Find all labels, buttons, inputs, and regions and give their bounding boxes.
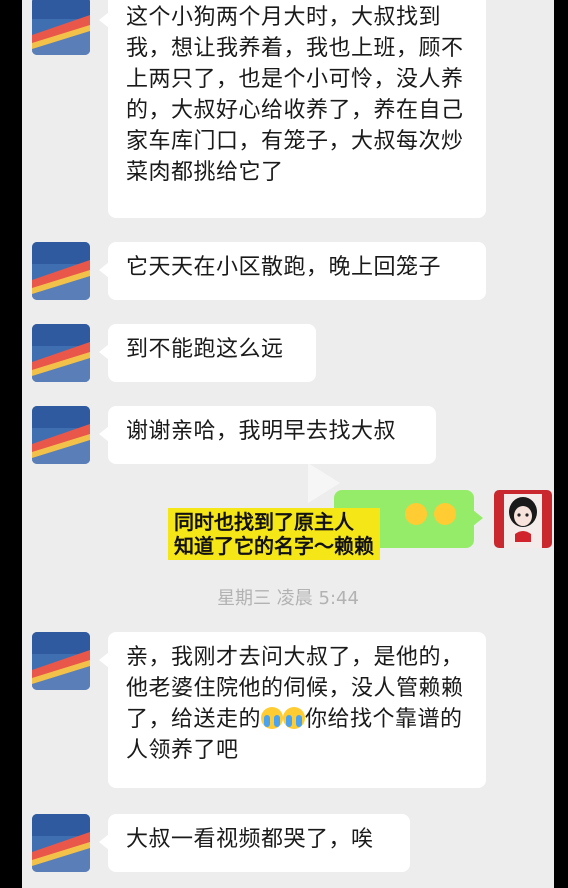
contact-avatar[interactable] — [32, 814, 90, 872]
message-text: 它天天在小区散跑，晚上回笼子 — [126, 255, 442, 280]
message-text: 大叔一看视频都哭了，唉 — [126, 827, 374, 852]
self-avatar[interactable] — [494, 490, 552, 548]
message-bubble[interactable]: 谢谢亲哈，我明早去找大叔 — [99, 406, 436, 464]
crying-emoji-icon — [283, 707, 306, 729]
message-bubble[interactable]: 它天天在小区散跑，晚上回笼子 — [99, 242, 486, 300]
contact-avatar[interactable] — [32, 632, 90, 690]
message-bubble[interactable]: 到不能跑这么远 — [99, 324, 316, 382]
crying-emoji-icon — [261, 707, 284, 729]
message-text: 到不能跑这么远 — [126, 337, 284, 362]
message-bubble[interactable]: 亲，我刚才去问大叔了，是他的，他老婆住院他的伺候，没人管赖赖了，给送走的 你给找个… — [99, 632, 486, 788]
contact-avatar[interactable] — [32, 0, 90, 55]
message-bubble[interactable]: 大叔一看视频都哭了，唉 — [99, 814, 410, 872]
message-text: 谢谢亲哈，我明早去找大叔 — [126, 419, 397, 444]
contact-avatar[interactable] — [32, 406, 90, 464]
smile-emoji-icon — [434, 503, 456, 525]
video-subtitle: 同时也找到了原主人 知道了它的名字～赖赖 — [168, 508, 380, 560]
chat-area[interactable]: 这个小狗两个月大时，大叔找到我，想让我养着，我也上班，顾不上两只了，也是个小可怜… — [22, 0, 554, 888]
contact-avatar[interactable] — [32, 242, 90, 300]
message-text: 这个小狗两个月大时，大叔找到我，想让我养着，我也上班，顾不上两只了，也是个小可怜… — [126, 5, 464, 185]
subtitle-line-2: 知道了它的名字～赖赖 — [174, 534, 374, 558]
contact-avatar[interactable] — [32, 324, 90, 382]
message-bubble[interactable]: 这个小狗两个月大时，大叔找到我，想让我养着，我也上班，顾不上两只了，也是个小可怜… — [99, 0, 486, 218]
subtitle-line-1: 同时也找到了原主人 — [174, 510, 354, 534]
smile-emoji-icon — [404, 503, 427, 525]
timestamp: 星期三 凌晨 5:44 — [217, 588, 359, 609]
